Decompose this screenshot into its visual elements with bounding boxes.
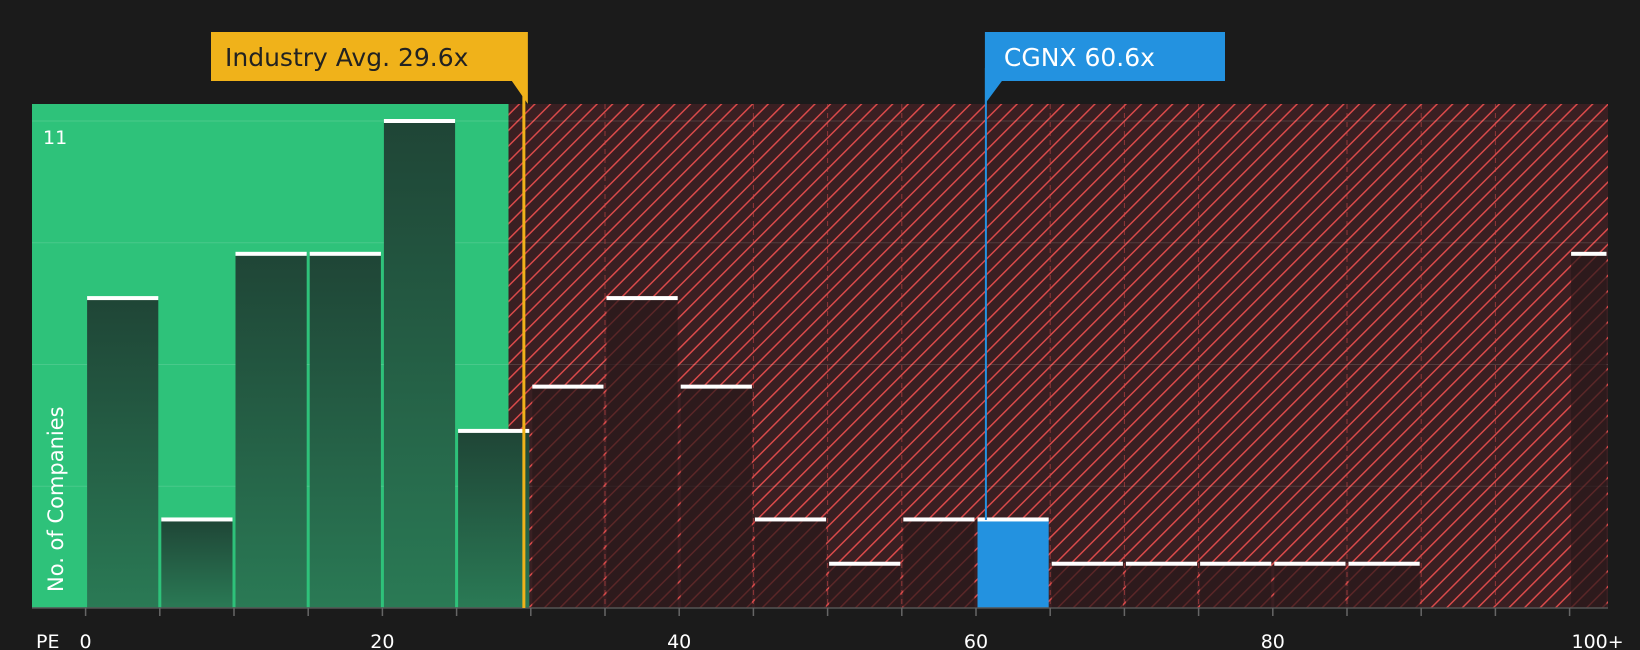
y-axis-label: No. of Companies <box>44 406 68 592</box>
y-max-tick-label: 11 <box>43 127 67 149</box>
histogram-bar <box>309 253 381 608</box>
histogram-bar <box>829 563 901 608</box>
bar-top-cap <box>1348 561 1420 566</box>
x-axis-label: PE <box>36 631 59 650</box>
x-tick-label: 60 <box>964 631 988 650</box>
x-tick-label: 80 <box>1261 631 1285 650</box>
bar-top-cap <box>1274 561 1346 566</box>
histogram-bar <box>606 298 678 608</box>
bar-top-cap <box>235 251 307 256</box>
histogram-bar <box>87 298 159 608</box>
industry-average-label: Industry Avg. 29.6x <box>225 43 468 72</box>
bar-top-cap <box>87 296 159 301</box>
bar-top-cap <box>903 517 975 522</box>
company-pe-label: CGNX 60.6x <box>1004 43 1155 72</box>
company-callout: CGNX 60.6x <box>984 32 1225 104</box>
histogram-bar <box>1051 563 1123 608</box>
x-tick-label: 20 <box>370 631 394 650</box>
histogram-bar <box>458 430 530 608</box>
bar-top-cap <box>532 384 604 389</box>
pe-histogram-chart: 0 20 40 60 80 100+ 11 No. of Companies PE Ind… <box>32 32 1624 650</box>
histogram-bar <box>235 253 307 608</box>
bar-top-cap <box>829 561 901 566</box>
histogram-bar <box>1571 253 1607 608</box>
histogram-bar <box>1125 563 1198 608</box>
histogram-bar <box>532 386 604 608</box>
bar-top-cap <box>1051 561 1123 566</box>
histogram-bar <box>754 519 827 608</box>
bar-top-cap <box>383 119 456 123</box>
bar-top-cap <box>1125 561 1198 566</box>
histogram-bar <box>383 121 456 608</box>
histogram-bar <box>680 386 752 608</box>
bar-top-cap <box>1571 251 1607 256</box>
histogram-bar <box>161 519 233 608</box>
bar-top-cap <box>161 517 233 522</box>
histogram-bar <box>903 519 975 608</box>
industry-average-callout: Industry Avg. 29.6x <box>211 32 528 104</box>
histogram-bar <box>1274 563 1346 608</box>
bar-top-cap <box>606 296 678 301</box>
histogram-bar <box>1348 563 1420 608</box>
histogram-bar <box>1200 563 1272 608</box>
histogram-bar <box>977 519 1049 608</box>
bar-top-cap <box>309 251 381 256</box>
bar-top-cap <box>754 517 827 522</box>
bar-top-cap <box>458 428 530 433</box>
x-tick-label: 40 <box>667 631 691 650</box>
bar-top-cap <box>977 517 1049 522</box>
x-tick-label: 0 <box>80 631 92 650</box>
x-axis: 0 20 40 60 80 100+ <box>32 607 1624 650</box>
x-tick-label: 100+ <box>1572 631 1624 650</box>
bar-top-cap <box>680 384 752 389</box>
bar-top-cap <box>1200 561 1272 566</box>
